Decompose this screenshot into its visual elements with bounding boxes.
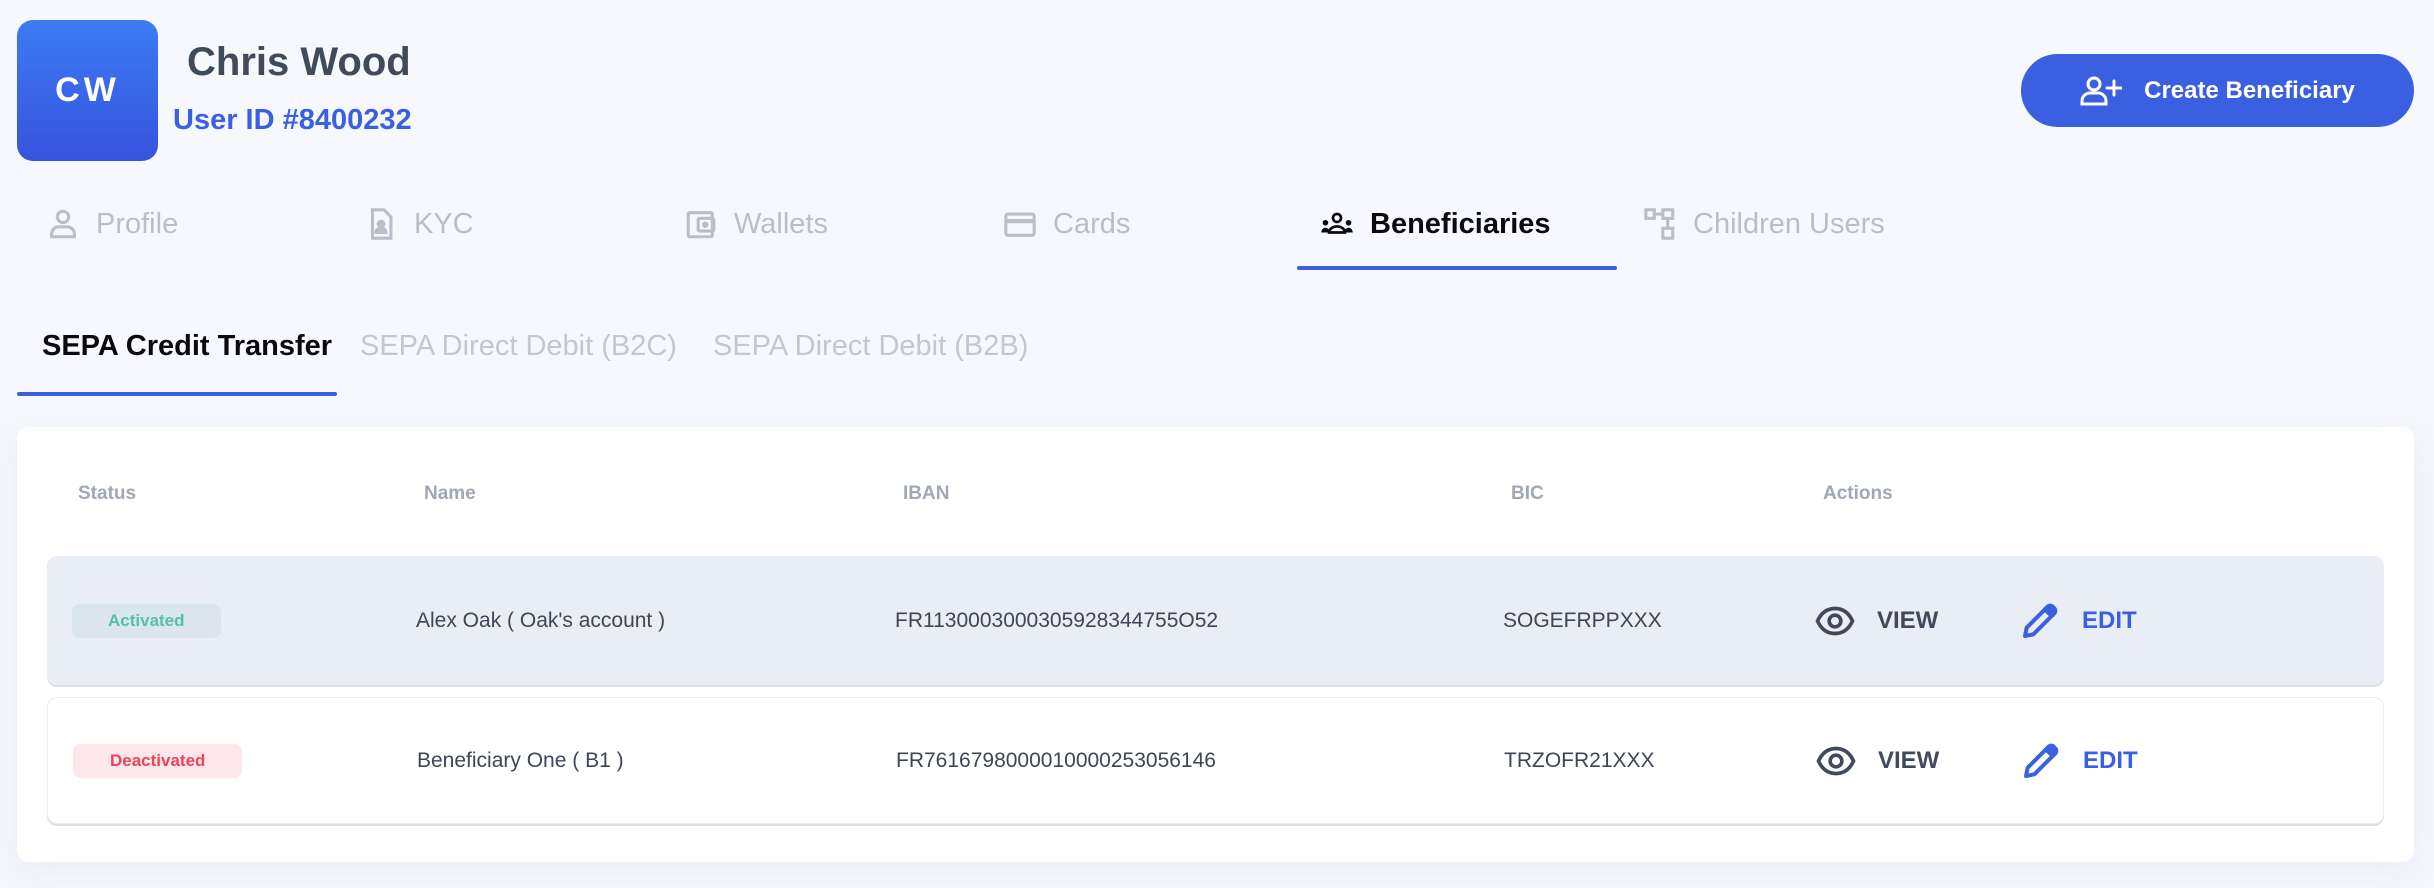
table-row[interactable]: Deactivated Beneficiary One ( B1 ) FR761… [47,697,2384,824]
tab-label: KYC [414,207,474,240]
eye-icon [1816,746,1856,775]
pencil-icon [2024,743,2059,778]
table-row[interactable]: Activated Alex Oak ( Oak's account ) FR1… [47,556,2384,685]
edit-button[interactable]: EDIT [2021,741,2138,781]
user-icon [50,209,76,239]
user-name: Chris Wood [187,40,411,84]
view-label: VIEW [1878,746,1940,774]
avatar: CW [17,20,158,161]
user-id: User ID #8400232 [173,104,412,136]
create-beneficiary-button[interactable]: Create Beneficiary [2021,54,2414,127]
tab-label: Children Users [1693,207,1885,240]
column-header-status: Status [78,483,137,504]
column-header-actions: Actions [1823,483,1893,504]
subtab-sepa-direct-debit-b2b[interactable]: SEPA Direct Debit (B2B) [713,330,1028,363]
tab-label: Cards [1053,207,1131,240]
pencil-icon [2023,603,2058,638]
wallet-icon [686,211,716,239]
id-document-icon [370,208,393,240]
tab-wallets[interactable]: Wallets [684,200,828,248]
active-subtab-indicator [17,392,337,396]
tab-kyc[interactable]: KYC [364,200,474,248]
create-beneficiary-label: Create Beneficiary [2144,76,2355,104]
subtab-sepa-direct-debit-b2c[interactable]: SEPA Direct Debit (B2C) [360,330,677,363]
tab-label: Profile [96,207,179,240]
view-label: VIEW [1877,606,1939,634]
subtab-sepa-credit-transfer[interactable]: SEPA Credit Transfer [42,330,332,363]
edit-label: EDIT [2082,606,2137,634]
edit-label: EDIT [2083,746,2138,774]
column-header-name: Name [424,483,476,504]
credit-card-icon [1004,212,1036,237]
tab-label: Beneficiaries [1370,207,1551,240]
column-header-bic: BIC [1511,483,1544,504]
edit-button[interactable]: EDIT [2020,601,2137,641]
users-group-icon [1321,212,1353,234]
tab-children-users[interactable]: Children Users [1643,200,1885,248]
tab-cards[interactable]: Cards [1003,200,1130,248]
eye-icon [1815,606,1855,635]
hierarchy-icon [1644,208,1675,240]
beneficiary-iban: FR1130003000305928344755O52 [895,608,1219,632]
view-button[interactable]: VIEW [1816,741,1939,781]
beneficiary-name: Beneficiary One ( B1 ) [417,748,624,772]
beneficiary-iban: FR7616798000010000253056146 [896,748,1216,772]
user-plus-icon [2080,76,2123,105]
beneficiary-name: Alex Oak ( Oak's account ) [416,608,666,632]
beneficiary-bic: TRZOFR21XXX [1504,748,1655,772]
tab-beneficiaries[interactable]: Beneficiaries [1320,200,1551,248]
tab-profile[interactable]: Profile [46,200,178,248]
beneficiary-bic: SOGEFRPPXXX [1503,608,1662,632]
status-badge: Deactivated [73,743,243,778]
tab-label: Wallets [734,207,828,240]
active-tab-indicator [1297,266,1617,270]
column-header-iban: IBAN [903,483,950,504]
status-badge: Activated [72,603,221,638]
view-button[interactable]: VIEW [1815,601,1938,641]
